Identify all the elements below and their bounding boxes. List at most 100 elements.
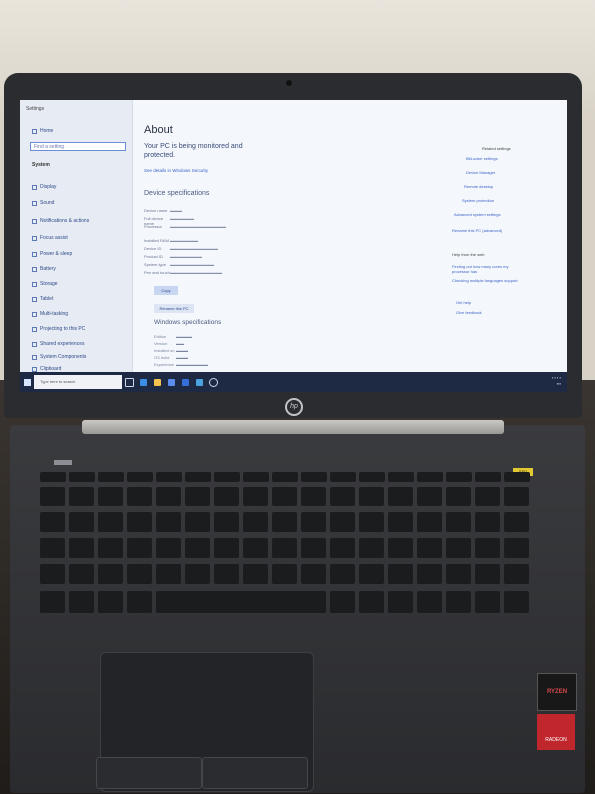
- keyboard-key[interactable]: [185, 538, 210, 558]
- search-input[interactable]: Find a setting: [30, 142, 126, 151]
- start-button[interactable]: [20, 372, 34, 392]
- keyboard-key[interactable]: [185, 512, 210, 532]
- system-protection-link[interactable]: System protection: [462, 198, 494, 203]
- sidebar-item-notifications[interactable]: Notifications & actions: [32, 218, 89, 224]
- sidebar-item-home[interactable]: Home: [32, 128, 53, 134]
- keyboard-key[interactable]: [40, 472, 66, 482]
- keyboard-key[interactable]: [359, 487, 384, 506]
- keyboard-key[interactable]: [40, 538, 65, 558]
- keyboard-key[interactable]: [69, 564, 94, 584]
- keyboard-key[interactable]: [301, 564, 326, 584]
- keyboard-key[interactable]: [446, 564, 471, 584]
- sidebar-item-focus-assist[interactable]: Focus assist: [32, 235, 68, 241]
- settings-icon[interactable]: [206, 372, 220, 392]
- keyboard-key[interactable]: [446, 487, 471, 506]
- touchpad-left-button[interactable]: [96, 757, 202, 789]
- sidebar-item-components[interactable]: System Components: [32, 354, 86, 360]
- keyboard-key[interactable]: [301, 487, 326, 506]
- keyboard-key[interactable]: [301, 512, 326, 532]
- sidebar-item-multitasking[interactable]: Multi-tasking: [32, 311, 68, 317]
- store-icon[interactable]: [164, 372, 178, 392]
- keyboard-key[interactable]: [40, 512, 65, 532]
- keyboard-key[interactable]: [417, 538, 442, 558]
- keyboard-key[interactable]: [69, 512, 94, 532]
- keyboard-key[interactable]: [359, 564, 384, 584]
- keyboard-key[interactable]: [243, 538, 268, 558]
- keyboard-key[interactable]: [475, 512, 500, 532]
- task-view-icon[interactable]: [122, 372, 136, 392]
- keyboard-key[interactable]: [359, 591, 384, 613]
- advanced-settings-link[interactable]: Advanced system settings: [454, 212, 500, 217]
- device-manager-link[interactable]: Device Manager: [466, 170, 495, 175]
- sidebar-item-tablet[interactable]: Tablet: [32, 296, 53, 302]
- keyboard-key[interactable]: [243, 512, 268, 532]
- copy-button[interactable]: Copy: [154, 286, 178, 295]
- keyboard-key[interactable]: [417, 512, 442, 532]
- keyboard-key[interactable]: [504, 487, 529, 506]
- keyboard-key[interactable]: [446, 538, 471, 558]
- keyboard-key[interactable]: [301, 538, 326, 558]
- sidebar-item-battery[interactable]: Battery: [32, 266, 56, 272]
- keyboard-key[interactable]: [98, 538, 123, 558]
- keyboard-key[interactable]: [156, 512, 181, 532]
- keyboard-key[interactable]: [40, 564, 65, 584]
- keyboard-key[interactable]: [156, 538, 181, 558]
- sidebar-item-display[interactable]: Display: [32, 184, 56, 190]
- keyboard-key[interactable]: [475, 591, 500, 613]
- keyboard-key[interactable]: [330, 591, 355, 613]
- keyboard-key[interactable]: [475, 472, 501, 482]
- keyboard-key[interactable]: [301, 472, 327, 482]
- sidebar-item-sound[interactable]: Sound: [32, 200, 54, 206]
- keyboard-key[interactable]: [69, 591, 94, 613]
- keyboard-key[interactable]: [214, 487, 239, 506]
- keyboard-key[interactable]: [388, 591, 413, 613]
- mail-icon[interactable]: [178, 372, 192, 392]
- keyboard-key[interactable]: [156, 591, 326, 613]
- rename-button[interactable]: Rename this PC: [154, 304, 194, 313]
- keyboard-key[interactable]: [156, 487, 181, 506]
- keyboard-key[interactable]: [417, 564, 442, 584]
- keyboard-key[interactable]: [156, 472, 182, 482]
- keyboard-key[interactable]: [330, 538, 355, 558]
- edge-icon[interactable]: [136, 372, 150, 392]
- keyboard-key[interactable]: [446, 591, 471, 613]
- get-help-link[interactable]: Get help: [456, 300, 471, 305]
- keyboard-key[interactable]: [272, 538, 297, 558]
- keyboard-key[interactable]: [127, 591, 152, 613]
- keyboard-key[interactable]: [330, 564, 355, 584]
- keyboard-key[interactable]: [98, 512, 123, 532]
- keyboard-key[interactable]: [69, 487, 94, 506]
- security-link[interactable]: See details in Windows Security: [144, 168, 208, 173]
- keyboard-key[interactable]: [98, 564, 123, 584]
- keyboard-key[interactable]: [388, 538, 413, 558]
- feedback-link[interactable]: Give feedback: [456, 310, 482, 315]
- keyboard-key[interactable]: [69, 538, 94, 558]
- keyboard-key[interactable]: [243, 487, 268, 506]
- sidebar-item-power[interactable]: Power & sleep: [32, 251, 72, 257]
- keyboard-key[interactable]: [272, 564, 297, 584]
- rename-advanced-link[interactable]: Rename this PC (advanced): [452, 228, 502, 233]
- languages-help-link[interactable]: Checking multiple languages support: [452, 278, 518, 283]
- keyboard-key[interactable]: [214, 564, 239, 584]
- keyboard-key[interactable]: [504, 564, 529, 584]
- keyboard-key[interactable]: [185, 564, 210, 584]
- keyboard-key[interactable]: [359, 538, 384, 558]
- keyboard-key[interactable]: [40, 487, 65, 506]
- keyboard-key[interactable]: [475, 487, 500, 506]
- keyboard-key[interactable]: [127, 512, 152, 532]
- keyboard-key[interactable]: [330, 512, 355, 532]
- keyboard-key[interactable]: [388, 512, 413, 532]
- keyboard-key[interactable]: [272, 512, 297, 532]
- taskbar-search[interactable]: Type here to search: [34, 375, 122, 389]
- keyboard-key[interactable]: [127, 538, 152, 558]
- keyboard-key[interactable]: [127, 564, 152, 584]
- keyboard-key[interactable]: [388, 564, 413, 584]
- keyboard-key[interactable]: [504, 591, 529, 613]
- keyboard-key[interactable]: [475, 538, 500, 558]
- keyboard-key[interactable]: [185, 487, 210, 506]
- keyboard-key[interactable]: [417, 591, 442, 613]
- keyboard-key[interactable]: [98, 472, 124, 482]
- sidebar-item-shared[interactable]: Shared experiences: [32, 341, 84, 347]
- keyboard-key[interactable]: [156, 564, 181, 584]
- keyboard-key[interactable]: [243, 564, 268, 584]
